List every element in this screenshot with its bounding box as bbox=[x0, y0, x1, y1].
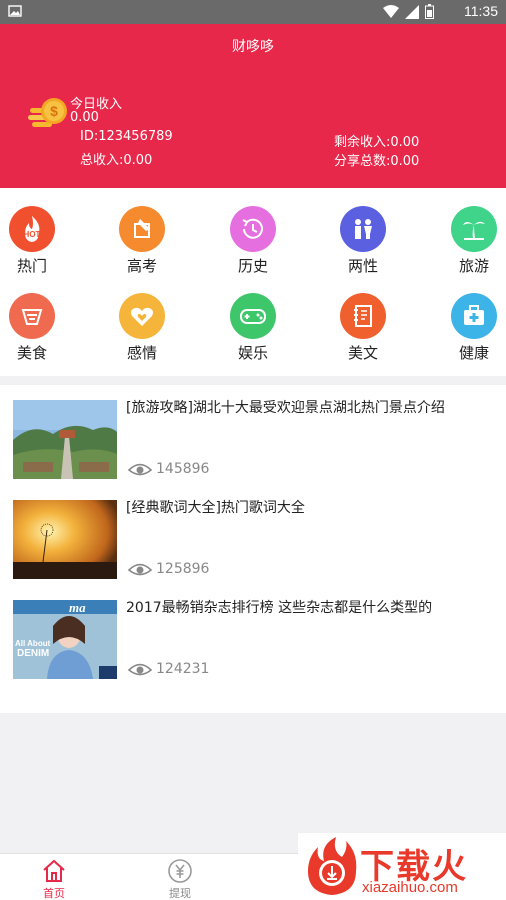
flame-logo-icon bbox=[308, 837, 357, 895]
category-health[interactable]: 健康 bbox=[442, 293, 506, 363]
food-icon bbox=[9, 293, 55, 339]
wifi-icon bbox=[383, 4, 399, 18]
exam-pen-icon bbox=[119, 206, 165, 252]
app-title: 财哆哆 bbox=[232, 39, 274, 55]
category-label: 健康 bbox=[458, 344, 489, 362]
category-entertainment[interactable]: 娱乐 bbox=[221, 293, 285, 363]
category-gender[interactable]: 两性 bbox=[331, 206, 395, 276]
eye-icon bbox=[128, 563, 152, 576]
battery-icon bbox=[425, 4, 434, 19]
share-total: 分享总数:0.00 bbox=[334, 154, 420, 169]
account-header: 财哆哆 $ 今日收入 0.00 ID:123456789 总收入:0.00 剩余… bbox=[0, 24, 506, 188]
category-label: 两性 bbox=[347, 257, 378, 275]
tab-label: 提现 bbox=[169, 887, 191, 900]
palm-tree-icon bbox=[451, 206, 497, 252]
category-label: 娱乐 bbox=[237, 344, 268, 362]
tab-home[interactable]: 首页 bbox=[24, 858, 84, 900]
article-title: [经典歌词大全]热门歌词大全 bbox=[126, 500, 305, 516]
view-count-value: 145896 bbox=[156, 461, 210, 477]
view-count: 125896 bbox=[128, 561, 209, 577]
category-label: 美食 bbox=[16, 344, 47, 362]
heart-icon bbox=[119, 293, 165, 339]
view-count-value: 125896 bbox=[156, 561, 210, 577]
hot-icon: HOT bbox=[9, 206, 55, 252]
watermark-url: xiazaihuo.com bbox=[362, 879, 458, 896]
magazine-coverline: DENIM bbox=[17, 648, 49, 659]
coin-stack-icon: $ bbox=[28, 98, 67, 127]
category-food[interactable]: 美食 bbox=[0, 293, 64, 363]
article-title: 2017最畅销杂志排行榜 这些杂志都是什么类型的 bbox=[126, 600, 433, 616]
article-list: [旅游攻略]湖北十大最受欢迎景点湖北热门景点介绍 145896 [经典歌词大全]… bbox=[0, 385, 506, 713]
today-income-value: 0.00 bbox=[70, 110, 99, 125]
user-id: ID:123456789 bbox=[80, 129, 173, 144]
article-title: [旅游攻略]湖北十大最受欢迎景点湖北热门景点介绍 bbox=[126, 400, 445, 416]
clock-time: 11:35 bbox=[464, 3, 498, 19]
magazine-coverline: All About bbox=[15, 639, 51, 648]
category-label: 美文 bbox=[347, 344, 378, 362]
eye-icon bbox=[128, 663, 152, 676]
category-label: 感情 bbox=[126, 344, 157, 362]
magazine-masthead: ma bbox=[69, 600, 86, 615]
eye-icon bbox=[128, 463, 152, 476]
svg-text:$: $ bbox=[50, 103, 58, 119]
category-essay[interactable]: 美文 bbox=[331, 293, 395, 363]
remaining-income: 剩余收入:0.00 bbox=[334, 135, 420, 150]
category-exam[interactable]: 高考 bbox=[110, 206, 174, 276]
tab-label: 首页 bbox=[43, 887, 65, 900]
image-notification-icon bbox=[8, 5, 22, 17]
history-clock-icon bbox=[230, 206, 276, 252]
svg-text:HOT: HOT bbox=[24, 230, 41, 239]
gamepad-icon bbox=[230, 293, 276, 339]
list-item[interactable]: ma All About DENIM 2017最畅销杂志排行榜 这些杂志都是什么… bbox=[0, 585, 506, 685]
notebook-icon bbox=[340, 293, 386, 339]
category-grid: HOT 热门 高考 历史 两性 旅游 美食 感情 娱乐 美文 健康 bbox=[0, 188, 506, 376]
status-bar: 11:35 bbox=[0, 0, 506, 24]
category-emotion[interactable]: 感情 bbox=[110, 293, 174, 363]
category-label: 高考 bbox=[126, 257, 157, 275]
tab-withdraw[interactable]: 提现 bbox=[150, 858, 210, 900]
medical-kit-icon bbox=[451, 293, 497, 339]
category-hot[interactable]: HOT 热门 bbox=[0, 206, 64, 276]
signal-icon bbox=[405, 4, 419, 19]
home-icon bbox=[43, 859, 65, 882]
watermark-logo: 下载火 xiazaihuo.com bbox=[298, 833, 506, 900]
yuan-coin-icon bbox=[168, 859, 192, 883]
view-count-value: 124231 bbox=[156, 661, 210, 677]
total-income: 总收入:0.00 bbox=[80, 153, 153, 168]
category-label: 旅游 bbox=[458, 257, 489, 275]
category-label: 历史 bbox=[237, 257, 268, 275]
article-thumbnail bbox=[13, 500, 117, 579]
view-count: 124231 bbox=[128, 661, 209, 677]
category-label: 热门 bbox=[16, 257, 47, 275]
list-item[interactable]: [经典歌词大全]热门歌词大全 125896 bbox=[0, 485, 506, 585]
view-count: 145896 bbox=[128, 461, 209, 477]
category-history[interactable]: 历史 bbox=[221, 206, 285, 276]
article-thumbnail: ma All About DENIM bbox=[13, 600, 117, 679]
category-travel[interactable]: 旅游 bbox=[442, 206, 506, 276]
gender-icon bbox=[340, 206, 386, 252]
article-thumbnail bbox=[13, 400, 117, 479]
list-item[interactable]: [旅游攻略]湖北十大最受欢迎景点湖北热门景点介绍 145896 bbox=[0, 385, 506, 485]
